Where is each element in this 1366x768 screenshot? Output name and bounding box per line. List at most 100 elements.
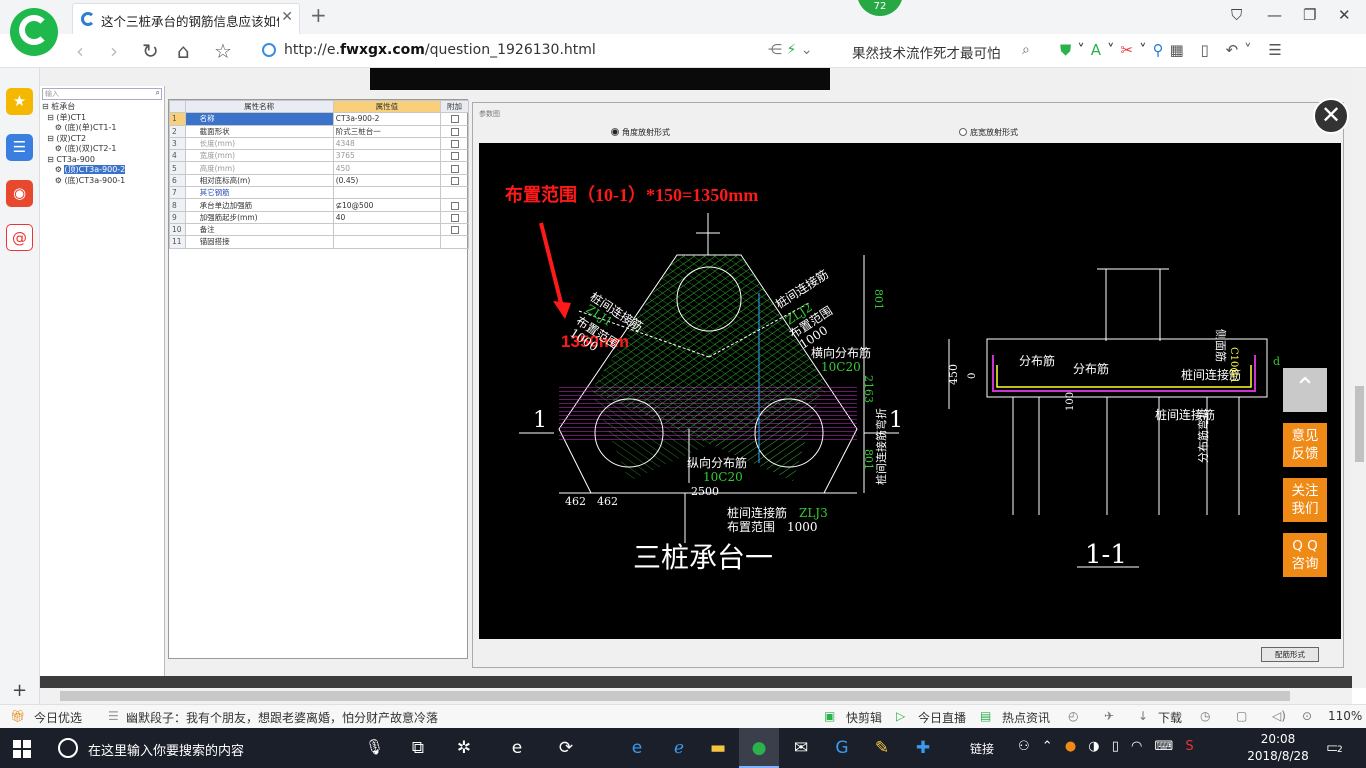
tree-item[interactable]: ⊟ 桩承台 <box>42 102 164 113</box>
browser-tab[interactable]: 这个三桩承台的钢筋信息应该如何... ✕ <box>72 3 300 34</box>
property-row[interactable]: 10 备注 <box>169 222 469 237</box>
extra-checkbox[interactable] <box>450 213 459 222</box>
extra-cell[interactable] <box>440 235 469 249</box>
qq-consult-button[interactable]: Q Q 咨询 <box>1283 533 1327 577</box>
radio-angle[interactable]: 角度放射形式 <box>611 127 670 138</box>
zoom-level[interactable]: 110% <box>1328 709 1362 723</box>
tree-item-selected[interactable]: ⚙ (顶)CT3a-900-2 <box>42 165 164 176</box>
property-row[interactable]: 9 加强筋起步(mm) 40 <box>169 210 469 224</box>
tree-item[interactable]: ⚙ (底)(单)CT1-1 <box>42 123 164 134</box>
extension-icons[interactable]: ⛊˅A˅✂˅⚲▦ ▯ ↶˅ ☰ <box>1060 41 1288 59</box>
property-row[interactable]: 3 长度(mm) 4348 <box>169 136 469 151</box>
extra-cell[interactable] <box>440 173 469 188</box>
clock-time[interactable]: 20:08 <box>1246 732 1310 746</box>
follow-us-button[interactable]: 关注 我们 <box>1283 478 1327 522</box>
search-icon[interactable]: ⌕ <box>156 88 160 99</box>
property-value[interactable]: 3765 <box>332 149 442 163</box>
quick-clip[interactable]: 快剪辑 <box>846 709 882 726</box>
joke-ticker[interactable]: 幽默段子：我有个朋友，想跟老婆离婚，怕分财产故意冷落 <box>126 709 438 726</box>
extra-checkbox[interactable] <box>450 127 459 136</box>
cortana-icon[interactable] <box>58 738 78 758</box>
shirt-icon[interactable]: ⛉ <box>1231 6 1242 24</box>
weibo-icon[interactable]: ◉ <box>6 180 33 207</box>
window-icon[interactable]: ▢ <box>1236 709 1247 723</box>
notes-app-icon[interactable]: ✎ <box>862 728 902 768</box>
extra-cell[interactable] <box>440 136 469 151</box>
mail-icon[interactable]: @ <box>6 224 33 251</box>
extra-checkbox[interactable] <box>450 152 459 161</box>
extra-checkbox[interactable] <box>450 164 459 173</box>
extra-cell[interactable] <box>440 112 469 126</box>
download-link[interactable]: 下载 <box>1158 709 1182 726</box>
star-icon[interactable]: ☆ <box>214 39 232 63</box>
extra-cell[interactable] <box>440 124 469 138</box>
pin-icon[interactable]: ✈ <box>1104 709 1114 723</box>
property-value[interactable] <box>332 186 442 200</box>
property-value[interactable]: CT3a-900-2 <box>332 112 442 126</box>
taskbar-search[interactable]: 在这里输入你要搜索的内容 <box>88 740 244 759</box>
extra-checkbox[interactable] <box>450 201 459 210</box>
property-row[interactable]: 11 锚固搭接 <box>169 235 469 249</box>
search-box[interactable]: 果然技术流作死才最可怕 ⌕ <box>842 39 1042 63</box>
property-value[interactable]: 阶式三桩台一 <box>332 124 442 138</box>
download-icon[interactable]: ↓ <box>1138 709 1148 723</box>
tray-icons[interactable]: ⚇ ⌃ ● ◑ ▯ ◠ ⌨ S <box>1018 739 1198 754</box>
property-row[interactable]: 5 高度(mm) 450 <box>169 161 469 175</box>
extra-checkbox[interactable] <box>450 176 459 185</box>
vertical-scrollbar[interactable] <box>1352 68 1366 688</box>
property-row[interactable]: 2 截面形状 阶式三桩台一 <box>169 124 469 138</box>
live-icon[interactable]: ▷ <box>896 709 905 723</box>
back-icon[interactable]: ‹ <box>76 39 84 63</box>
vertical-scroll-thumb[interactable] <box>1355 386 1364 462</box>
extra-cell[interactable] <box>440 198 469 212</box>
back-to-top-button[interactable]: ⌃ <box>1283 368 1327 412</box>
today-picks[interactable]: 今日优选 <box>34 709 82 726</box>
property-value[interactable]: (0.45) <box>332 173 442 188</box>
property-value[interactable]: 450 <box>332 161 442 175</box>
news-icon[interactable]: ▤ <box>980 709 991 723</box>
clock-date[interactable]: 2018/8/28 <box>1246 749 1310 763</box>
history-icon[interactable]: ◷ <box>1200 709 1210 723</box>
clip-icon[interactable]: ▣ <box>824 709 835 723</box>
file-explorer-icon[interactable]: ▬ <box>698 728 738 768</box>
radio-width[interactable]: 底宽放射形式 <box>959 127 1018 138</box>
feedback-button[interactable]: 意见 反馈 <box>1283 423 1327 467</box>
volume-icon[interactable]: ◁) <box>1272 709 1286 723</box>
edge-icon[interactable]: e <box>497 728 537 768</box>
search-icon[interactable]: ⌕ <box>1022 42 1030 58</box>
hot-news[interactable]: 热点资讯 <box>1002 709 1050 726</box>
refresh-icon[interactable]: ↻ <box>142 39 159 63</box>
search-input[interactable]: 果然技术流作死才最可怕 <box>852 42 1001 62</box>
app-swirl-icon[interactable]: ⟳ <box>546 728 586 768</box>
address-bar[interactable]: http://e.fwxgx.com/question_1926130.html <box>262 40 762 62</box>
reading-list-icon[interactable]: ☰ <box>6 134 33 161</box>
home-icon[interactable]: ⌂ <box>177 39 190 63</box>
gift-icon[interactable]: 🎁︎ <box>10 709 25 723</box>
config-form-button[interactable]: 配筋形式 <box>1261 647 1319 662</box>
new-tab-icon[interactable]: + <box>310 3 327 27</box>
extra-cell[interactable] <box>440 222 469 237</box>
g-app-icon[interactable]: G <box>822 728 862 768</box>
extra-cell[interactable] <box>440 149 469 163</box>
speed-icon[interactable]: ◴ <box>1068 709 1078 723</box>
restore-icon[interactable]: ❐ <box>1303 6 1316 24</box>
edge-blue-icon[interactable]: e <box>617 728 657 768</box>
property-value[interactable]: 40 <box>332 210 442 224</box>
drawing-scrollbar[interactable] <box>40 676 1352 688</box>
horizontal-scrollbar[interactable] <box>40 688 1352 704</box>
microphone-icon[interactable]: 🎙︎ <box>365 738 384 756</box>
browser-task-icon[interactable]: ● <box>739 728 779 768</box>
property-row[interactable]: 8 承台单边加强筋 ⊈10@500 <box>169 198 469 212</box>
property-value[interactable]: 4348 <box>332 136 442 151</box>
property-row[interactable]: 1 名称 CT3a-900-2 <box>169 112 469 126</box>
property-row[interactable]: 7 其它钢筋 <box>169 186 469 200</box>
tree-item[interactable]: ⚙ (底)CT3a-900-1 <box>42 176 164 187</box>
score-badge[interactable]: 72 <box>857 0 903 16</box>
tab-close-icon[interactable]: ✕ <box>281 9 293 25</box>
favorites-icon[interactable]: ★ <box>6 88 33 115</box>
extra-cell[interactable] <box>440 186 469 200</box>
ie-icon[interactable]: ℯ <box>659 728 699 768</box>
tray-link-label[interactable]: 链接 <box>970 740 994 757</box>
property-value[interactable]: ⊈10@500 <box>332 198 442 212</box>
property-row[interactable]: 4 宽度(mm) 3765 <box>169 149 469 163</box>
